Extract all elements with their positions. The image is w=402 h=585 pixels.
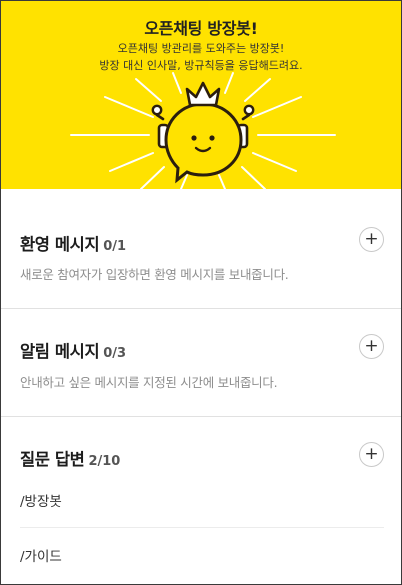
section-title: 환영 메시지 (20, 235, 100, 254)
add-welcome-message-button[interactable]: + (359, 227, 384, 252)
hero-banner: 오픈채팅 방장봇! 오픈채팅 방관리를 도와주는 방장봇! 방장 대신 인사말,… (1, 1, 401, 189)
bot-settings-screen: 오픈채팅 방장봇! 오픈채팅 방관리를 도와주는 방장봇! 방장 대신 인사말,… (0, 0, 402, 585)
crown (185, 81, 221, 107)
section-count: 0/1 (103, 239, 127, 254)
section-description: 새로운 참여자가 입장하면 환영 메시지를 보내줍니다. (20, 267, 289, 282)
qna-section: 질문 답변 2/10 + /방장봇 /가이드 (1, 417, 401, 584)
plus-icon: + (364, 336, 379, 356)
command-divider (20, 527, 384, 528)
mascot-bubble (164, 102, 243, 184)
section-header: 질문 답변 2/10 (20, 446, 120, 470)
command-item[interactable]: /방장봇 (20, 490, 62, 510)
section-header: 알림 메시지 0/3 (20, 338, 126, 362)
plus-icon: + (364, 444, 379, 464)
welcome-message-section: 환영 메시지 0/1 + 새로운 참여자가 입장하면 환영 메시지를 보내줍니다. (1, 189, 401, 309)
mascot-icon (70, 72, 336, 189)
section-title: 알림 메시지 (20, 342, 100, 361)
add-notice-message-button[interactable]: + (359, 334, 384, 359)
section-description: 안내하고 싶은 메시지를 지정된 시간에 보내줍니다. (20, 375, 278, 390)
notice-message-section: 알림 메시지 0/3 + 안내하고 싶은 메시지를 지정된 시간에 보내줍니다. (1, 309, 401, 416)
plus-icon: + (364, 229, 379, 249)
section-title: 질문 답변 (20, 450, 85, 469)
section-header: 환영 메시지 0/1 (20, 231, 126, 255)
section-count: 2/10 (88, 454, 121, 469)
section-count: 0/3 (103, 346, 127, 361)
add-qna-button[interactable]: + (359, 442, 384, 467)
command-item[interactable]: /가이드 (20, 545, 62, 565)
